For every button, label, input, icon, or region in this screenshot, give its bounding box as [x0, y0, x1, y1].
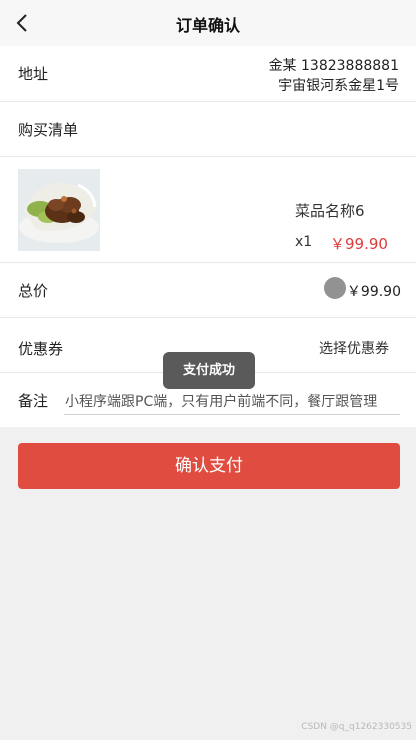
confirm-pay-button[interactable]: 确认支付: [18, 443, 400, 489]
purchase-list-label: 购买清单: [18, 121, 79, 139]
payment-success-toast: 支付成功: [163, 352, 255, 389]
address-name-phone: 金某 13823888881: [268, 58, 399, 74]
dish-name: 菜品名称6: [295, 202, 365, 220]
navigation-bar: 订单确认: [0, 0, 416, 46]
dish-quantity: x1: [295, 234, 313, 250]
order-confirm-page: 订单确认 地址 金某 13823888881 宇宙银河系金星1号 购买清单 菜品…: [0, 0, 416, 740]
order-item: 菜品名称6 x1 ￥99.90: [0, 157, 416, 263]
note-input[interactable]: [64, 387, 400, 415]
address-label: 地址: [18, 65, 49, 83]
purchase-list-row: 购买清单: [0, 102, 416, 157]
page-title: 订单确认: [175, 16, 240, 35]
select-coupon-link[interactable]: 选择优惠券: [319, 338, 389, 358]
watermark: CSDN @q_q1262330535: [301, 722, 412, 732]
address-info: 金某 13823888881 宇宙银河系金星1号: [269, 56, 399, 96]
coupon-label: 优惠券: [18, 340, 64, 358]
dish-image: [18, 169, 100, 251]
address-detail: 宇宙银河系金星1号: [278, 78, 399, 94]
address-row[interactable]: 地址 金某 13823888881 宇宙银河系金星1号: [0, 46, 416, 102]
note-label: 备注: [18, 392, 49, 410]
dish-price: ￥99.90: [330, 235, 388, 253]
total-row: 总价 ￥99.90: [0, 263, 416, 318]
touch-indicator: [324, 277, 346, 299]
total-label: 总价: [18, 282, 49, 300]
total-value: ￥99.90: [346, 284, 401, 300]
